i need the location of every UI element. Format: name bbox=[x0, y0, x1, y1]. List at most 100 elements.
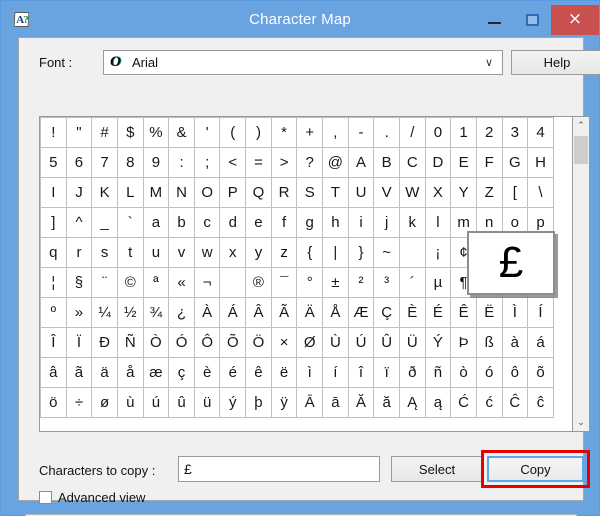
character-cell[interactable]: ê bbox=[246, 358, 272, 388]
character-cell[interactable]: V bbox=[374, 178, 400, 208]
character-cell[interactable]: Ñ bbox=[117, 328, 144, 358]
character-cell[interactable]: f bbox=[271, 208, 298, 238]
character-cell[interactable]: ò bbox=[451, 358, 477, 388]
character-cell[interactable]: : bbox=[169, 148, 195, 178]
character-cell[interactable]: % bbox=[143, 118, 170, 148]
character-cell[interactable]: ! bbox=[41, 118, 67, 148]
character-cell[interactable]: ú bbox=[143, 388, 170, 418]
character-cell[interactable]: S bbox=[297, 178, 324, 208]
character-cell[interactable]: @ bbox=[323, 148, 349, 178]
font-dropdown[interactable]: O Arial ∨ bbox=[103, 50, 503, 75]
character-cell[interactable]: × bbox=[271, 328, 298, 358]
character-cell[interactable]: & bbox=[169, 118, 195, 148]
character-cell[interactable]: , bbox=[323, 118, 349, 148]
character-cell[interactable]: D bbox=[425, 148, 452, 178]
character-cell[interactable]: ( bbox=[220, 118, 247, 148]
character-cell[interactable]: õ bbox=[528, 358, 554, 388]
grid-scrollbar[interactable]: ⌃ ⌄ bbox=[573, 116, 590, 432]
character-cell[interactable]: Ï bbox=[66, 328, 93, 358]
character-cell[interactable]: g bbox=[297, 208, 324, 238]
character-cell[interactable]: ù bbox=[117, 388, 144, 418]
character-cell[interactable]: « bbox=[169, 268, 195, 298]
character-cell[interactable]: u bbox=[143, 238, 170, 268]
character-cell[interactable]: 9 bbox=[143, 148, 170, 178]
character-cell[interactable]: ¨ bbox=[92, 268, 118, 298]
character-cell[interactable]: á bbox=[528, 328, 554, 358]
character-cell[interactable]: ± bbox=[323, 268, 349, 298]
character-cell[interactable]: Ù bbox=[323, 328, 349, 358]
character-cell[interactable]: æ bbox=[143, 358, 170, 388]
character-cell[interactable]: r bbox=[66, 238, 93, 268]
character-cell[interactable]: G bbox=[502, 148, 529, 178]
character-cell[interactable]: j bbox=[374, 208, 400, 238]
character-cell[interactable]: 3 bbox=[502, 118, 529, 148]
character-cell[interactable]: v bbox=[169, 238, 195, 268]
character-cell[interactable]: = bbox=[246, 148, 272, 178]
character-cell[interactable]: ô bbox=[502, 358, 529, 388]
character-cell[interactable]: È bbox=[399, 298, 426, 328]
character-cell[interactable]: É bbox=[425, 298, 452, 328]
character-cell[interactable]: U bbox=[348, 178, 375, 208]
character-cell[interactable]: Ô bbox=[194, 328, 221, 358]
advanced-view-checkbox[interactable] bbox=[39, 491, 52, 504]
character-cell[interactable]: § bbox=[66, 268, 93, 298]
character-cell[interactable]: M bbox=[143, 178, 170, 208]
character-cell[interactable]: B bbox=[374, 148, 400, 178]
character-cell[interactable]: ³ bbox=[374, 268, 400, 298]
character-cell[interactable]: Î bbox=[41, 328, 67, 358]
character-cell[interactable]: Ó bbox=[169, 328, 195, 358]
character-cell[interactable]: a bbox=[143, 208, 170, 238]
minimize-button[interactable] bbox=[475, 5, 513, 35]
character-cell[interactable]: Z bbox=[476, 178, 503, 208]
scroll-down-icon[interactable]: ⌄ bbox=[573, 414, 589, 431]
character-cell[interactable]: Æ bbox=[348, 298, 375, 328]
character-cell[interactable]: Ĉ bbox=[502, 388, 529, 418]
select-button[interactable]: Select bbox=[391, 456, 483, 482]
character-cell[interactable]: N bbox=[169, 178, 195, 208]
character-cell[interactable]: Å bbox=[323, 298, 349, 328]
character-cell[interactable]: ~ bbox=[374, 238, 400, 268]
character-cell[interactable]: T bbox=[323, 178, 349, 208]
character-cell[interactable]: O bbox=[194, 178, 221, 208]
character-cell[interactable]: $ bbox=[117, 118, 144, 148]
character-cell[interactable]: Q bbox=[246, 178, 272, 208]
character-cell[interactable]: 2 bbox=[476, 118, 503, 148]
character-cell[interactable]: ó bbox=[476, 358, 503, 388]
character-cell[interactable]: E bbox=[451, 148, 477, 178]
character-cell[interactable]: î bbox=[348, 358, 375, 388]
character-cell[interactable]: P bbox=[220, 178, 247, 208]
character-cell[interactable]: ć bbox=[476, 388, 503, 418]
character-cell[interactable]: A bbox=[348, 148, 375, 178]
character-cell[interactable]: ë bbox=[271, 358, 298, 388]
character-cell[interactable] bbox=[399, 238, 426, 268]
character-cell[interactable]: è bbox=[194, 358, 221, 388]
character-cell[interactable]: Ë bbox=[476, 298, 503, 328]
character-cell[interactable]: Â bbox=[246, 298, 272, 328]
character-cell[interactable]: º bbox=[41, 298, 67, 328]
character-cell[interactable]: µ bbox=[425, 268, 452, 298]
character-cell[interactable]: ý bbox=[220, 388, 247, 418]
character-cell[interactable]: 8 bbox=[117, 148, 144, 178]
character-cell[interactable]: í bbox=[323, 358, 349, 388]
character-cell[interactable]: ã bbox=[66, 358, 93, 388]
character-cell[interactable]: Ç bbox=[374, 298, 400, 328]
character-cell[interactable]: ð bbox=[399, 358, 426, 388]
character-cell[interactable]: ° bbox=[297, 268, 324, 298]
character-cell[interactable]: ª bbox=[143, 268, 170, 298]
character-cell[interactable]: ç bbox=[169, 358, 195, 388]
character-cell[interactable]: å bbox=[117, 358, 144, 388]
character-cell[interactable]: 7 bbox=[92, 148, 118, 178]
character-cell[interactable]: Ú bbox=[348, 328, 375, 358]
character-cell[interactable]: ÿ bbox=[271, 388, 298, 418]
character-cell[interactable]: ā bbox=[323, 388, 349, 418]
character-cell[interactable]: L bbox=[117, 178, 144, 208]
character-cell[interactable]: d bbox=[220, 208, 247, 238]
character-cell[interactable]: ¦ bbox=[41, 268, 67, 298]
characters-to-copy-input[interactable]: £ bbox=[178, 456, 380, 482]
character-cell[interactable]: Y bbox=[451, 178, 477, 208]
character-cell[interactable]: Ì bbox=[502, 298, 529, 328]
character-cell[interactable]: ¡ bbox=[425, 238, 452, 268]
character-cell[interactable]: Ă bbox=[348, 388, 375, 418]
character-cell[interactable]: e bbox=[246, 208, 272, 238]
character-cell[interactable]: ¾ bbox=[143, 298, 170, 328]
